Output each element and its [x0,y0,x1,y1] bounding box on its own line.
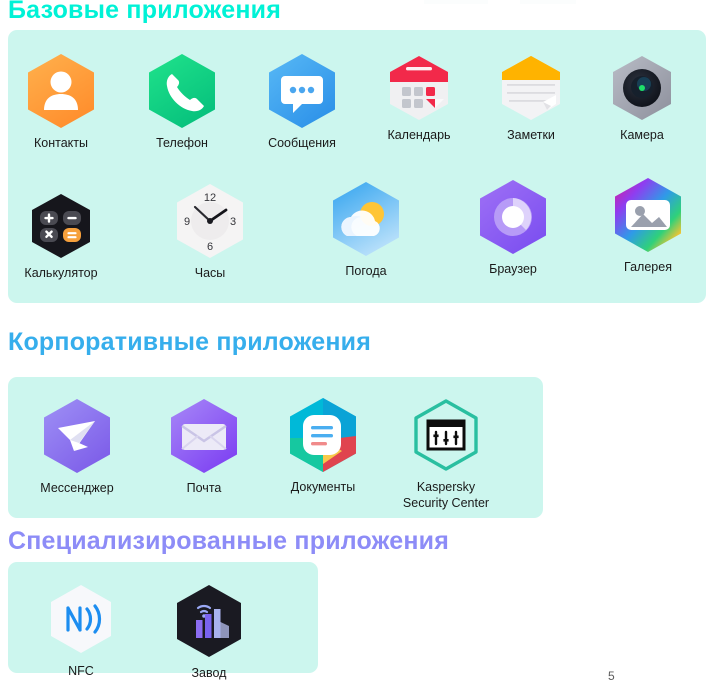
clock-tick-6: 6 [207,241,213,253]
nfc-icon [42,580,120,658]
browser-icon [474,178,552,256]
app-label: Калькулятор [24,266,98,280]
gallery-icon [609,176,687,254]
camera-icon [608,54,676,122]
app-tile-gallery[interactable]: Галерея [588,176,708,275]
top-cut-artifact-right [520,0,576,4]
app-label: Сообщения [268,136,336,150]
messenger-icon [38,397,116,475]
app-tile-browser[interactable]: Браузер [453,178,573,277]
calendar-icon [385,54,453,122]
section-heading-basic: Базовые приложения [8,0,282,24]
app-tile-factory[interactable]: Завод [149,582,269,681]
app-label: NFC [68,664,94,678]
section-heading-corporate: Корпоративные приложения [8,328,372,356]
section-heading-specialized: Специализированные приложения [8,527,450,555]
factory-icon [170,582,248,660]
app-tile-messenger[interactable]: Мессенджер [17,397,137,496]
app-label: Почта [186,481,222,495]
app-label: Контакты [34,136,88,150]
top-cut-artifact-left [424,0,488,4]
slide-root: Базовые приложения Контакты Телефон Сооб… [0,0,716,684]
app-label: Галерея [624,260,672,274]
calculator-icon [27,192,95,260]
clock-tick-3: 3 [230,216,236,228]
contacts-icon [22,52,100,130]
app-label: Заметки [507,128,555,142]
app-tile-kaspersky-security-center[interactable]: Kaspersky Security Center [386,396,506,511]
app-tile-calculator[interactable]: Калькулятор [1,192,121,281]
app-tile-phone[interactable]: Телефон [122,52,242,151]
documents-icon [284,396,362,474]
notes-icon [497,54,565,122]
phone-icon [143,52,221,130]
app-tile-notes[interactable]: Заметки [471,54,591,143]
app-label: Мессенджер [40,481,114,495]
app-label: Телефон [156,136,208,150]
clock-tick-9: 9 [184,216,190,228]
app-label: Погода [345,264,387,278]
messages-icon [263,52,341,130]
app-label: Календарь [387,128,451,142]
app-label: Браузер [489,262,537,276]
app-tile-calendar[interactable]: Календарь [359,54,479,143]
app-tile-camera[interactable]: Камера [582,54,702,143]
app-label: Kaspersky Security Center [402,480,490,510]
app-tile-contacts[interactable]: Контакты [1,52,121,151]
kaspersky-security-center-icon [407,396,485,474]
app-label: Завод [191,666,227,680]
app-tile-messages[interactable]: Сообщения [242,52,362,151]
clock-icon: 12 3 6 9 [171,182,249,260]
app-tile-nfc[interactable]: NFC [21,580,141,679]
page-number: 5 [608,669,615,683]
app-label: Документы [290,480,356,494]
app-tile-weather[interactable]: Погода [306,180,426,279]
app-tile-mail[interactable]: Почта [144,397,264,496]
app-tile-clock[interactable]: 12 3 6 9 Часы [150,182,270,281]
app-label: Часы [194,266,226,280]
weather-icon [327,180,405,258]
app-label: Камера [620,128,664,142]
clock-tick-12: 12 [204,192,216,204]
app-tile-documents[interactable]: Документы [263,396,383,495]
mail-icon [165,397,243,475]
